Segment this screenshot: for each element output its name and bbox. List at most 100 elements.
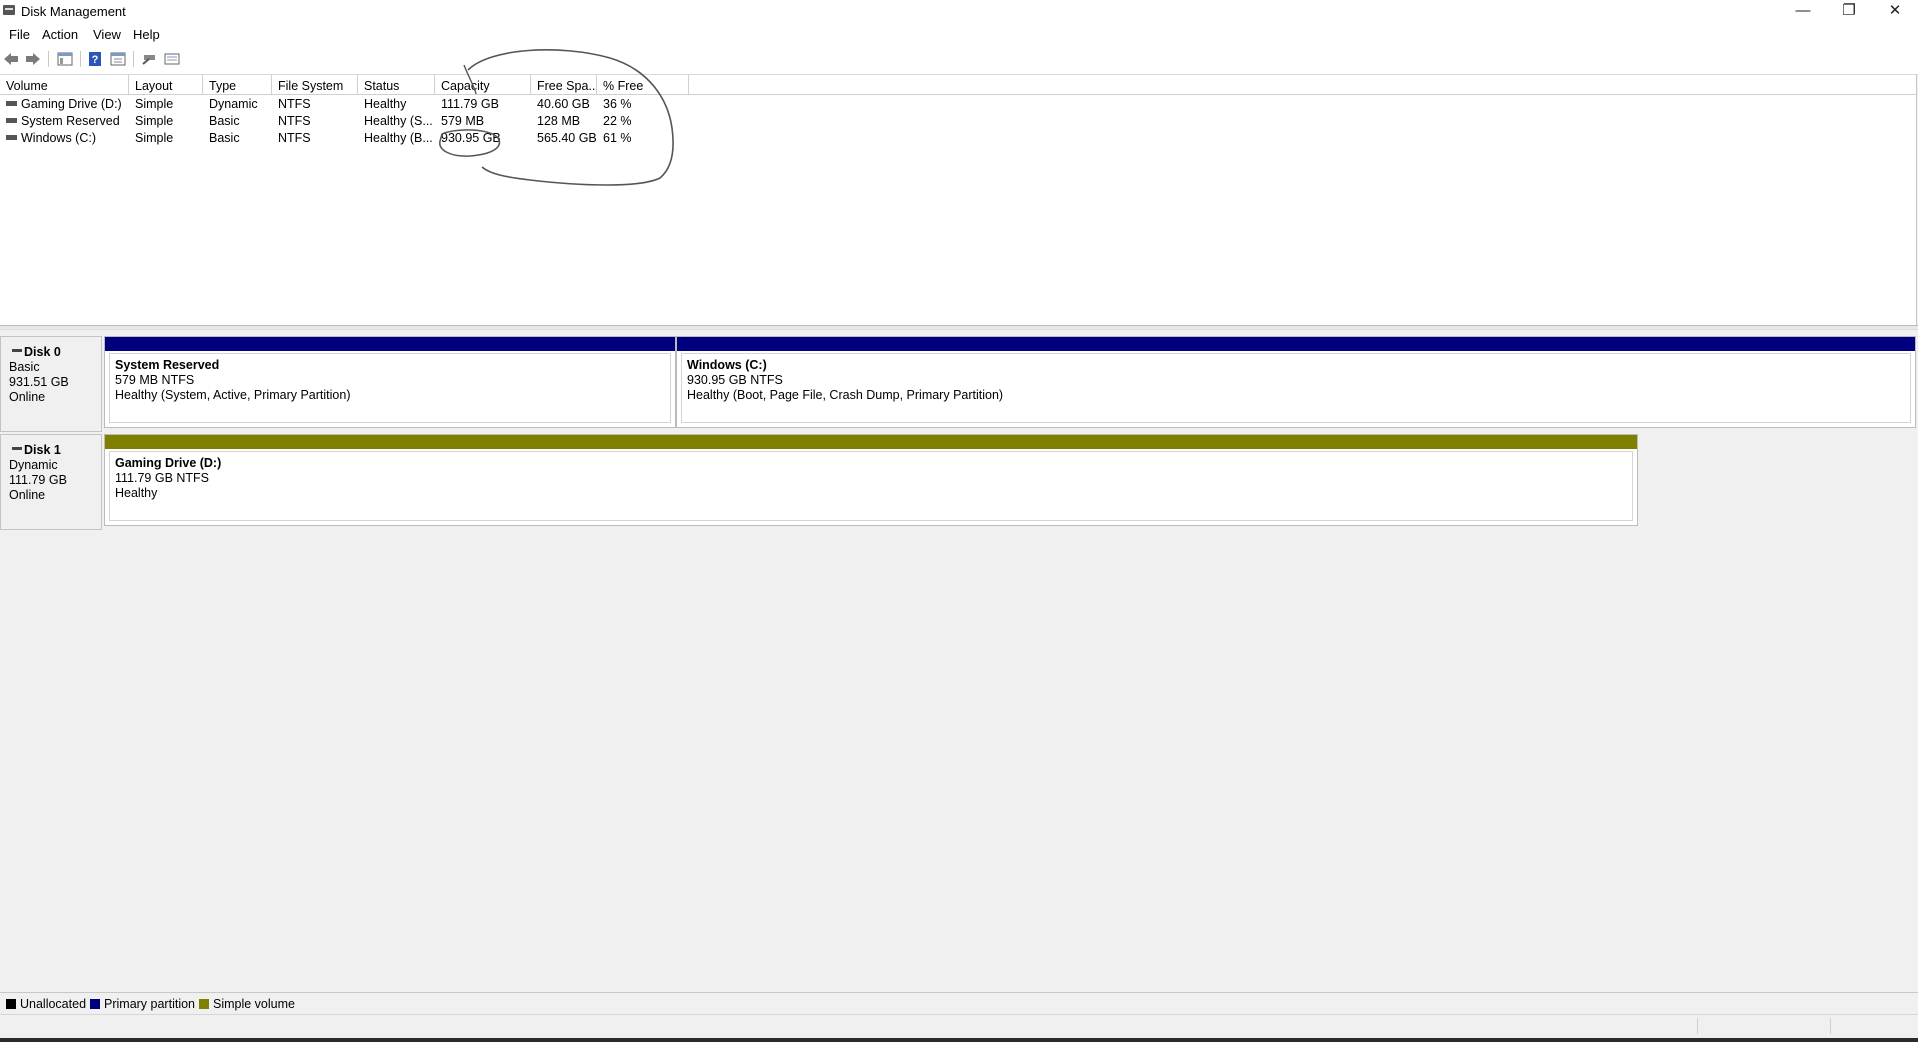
disk-management-app-icon	[3, 5, 15, 15]
column-header-capacity[interactable]: Capacity	[435, 75, 531, 95]
volume-file-system: NTFS	[278, 131, 311, 145]
minimize-button[interactable]: —	[1780, 0, 1826, 24]
volume-free-space: 565.40 GB	[537, 131, 597, 145]
window-bottom-border	[0, 1038, 1918, 1042]
disk-icon	[12, 349, 22, 353]
status-pane-divider	[1830, 1018, 1831, 1034]
partition-color-bar	[105, 337, 675, 351]
partition-size-fs: 111.79 GB NTFS	[115, 471, 210, 485]
menu-view[interactable]: View	[93, 27, 121, 42]
disk-name: Disk 0	[24, 345, 61, 359]
disk-size: 111.79 GB	[9, 473, 67, 487]
toolbar-separator	[48, 51, 49, 67]
disk-1-label[interactable]: Disk 1 Dynamic 111.79 GB Online	[0, 434, 102, 530]
volume-type: Basic	[209, 114, 240, 128]
column-header-volume[interactable]: Volume	[0, 75, 129, 95]
legend-item-unallocated: Unallocated	[6, 997, 86, 1011]
volume-icon	[6, 135, 17, 141]
view-list-icon[interactable]	[163, 50, 181, 68]
partition-size-fs: 930.95 GB NTFS	[687, 373, 783, 387]
volume-status: Healthy (B...	[364, 131, 433, 145]
legend-swatch	[90, 999, 100, 1009]
column-header-layout[interactable]: Layout	[129, 75, 203, 95]
volume-name: Gaming Drive (D:)	[21, 97, 122, 111]
volume-list: Volume Layout Type File System Status Ca…	[0, 75, 1917, 325]
partition-color-bar	[677, 337, 1915, 351]
legend-label: Unallocated	[20, 997, 87, 1011]
partition-status: Healthy (Boot, Page File, Crash Dump, Pr…	[687, 388, 1004, 402]
volume-icon	[6, 101, 17, 107]
legend-label: Primary partition	[104, 997, 195, 1011]
forward-arrow-icon[interactable]	[24, 50, 42, 68]
volume-type: Basic	[209, 131, 240, 145]
column-header-percent-free[interactable]: % Free	[597, 75, 689, 95]
table-row[interactable]: System Reserved Simple Basic NTFS Health…	[0, 113, 1916, 130]
partition-size-fs: 579 MB NTFS	[115, 373, 195, 387]
connect-icon[interactable]	[140, 50, 158, 68]
disk-name: Disk 1	[24, 443, 61, 457]
volume-file-system: NTFS	[278, 97, 311, 111]
help-icon[interactable]: ?	[86, 50, 104, 68]
disk-state: Online	[9, 390, 46, 404]
disk-kind: Basic	[9, 360, 40, 374]
show-hide-console-tree-icon[interactable]	[56, 50, 74, 68]
volume-type: Dynamic	[209, 97, 258, 111]
legend-item-simple-volume: Simple volume	[199, 997, 295, 1011]
volume-name: System Reserved	[21, 114, 120, 128]
volume-layout: Simple	[135, 114, 174, 128]
toolbar: ?	[0, 44, 1918, 75]
volume-percent-free: 22 %	[603, 114, 632, 128]
legend: Unallocated Primary partition Simple vol…	[0, 992, 1918, 1013]
volume-name: Windows (C:)	[21, 131, 97, 145]
menu-action[interactable]: Action	[42, 27, 78, 42]
column-header-filler	[689, 75, 1916, 95]
volume-icon	[6, 118, 17, 124]
partition-system-reserved[interactable]: System Reserved 579 MB NTFS Healthy (Sys…	[104, 336, 676, 428]
legend-item-primary-partition: Primary partition	[90, 997, 195, 1011]
column-header-free-space[interactable]: Free Spa...	[531, 75, 597, 95]
volume-capacity: 579 MB	[441, 114, 485, 128]
partition-status: Healthy	[115, 486, 158, 500]
toolbar-separator	[80, 51, 81, 67]
volume-percent-free: 36 %	[603, 97, 632, 111]
legend-swatch	[199, 999, 209, 1009]
table-row[interactable]: Windows (C:) Simple Basic NTFS Healthy (…	[0, 130, 1916, 147]
column-header-type[interactable]: Type	[203, 75, 272, 95]
window-title: Disk Management	[21, 4, 126, 19]
column-header-file-system[interactable]: File System	[272, 75, 358, 95]
volume-status: Healthy (S...	[364, 114, 433, 128]
legend-swatch	[6, 999, 16, 1009]
disk-state: Online	[9, 488, 46, 502]
disk-kind: Dynamic	[9, 458, 58, 472]
disk-size: 931.51 GB	[9, 375, 69, 389]
status-pane-divider	[1697, 1018, 1698, 1034]
status-bar	[0, 1014, 1918, 1039]
disk-0-label[interactable]: Disk 0 Basic 931.51 GB Online	[0, 336, 102, 432]
partition-gaming-drive-d[interactable]: Gaming Drive (D:) 111.79 GB NTFS Healthy	[104, 434, 1638, 526]
column-header-status[interactable]: Status	[358, 75, 435, 95]
restore-button[interactable]: ❐	[1826, 0, 1872, 24]
volume-status: Healthy	[364, 97, 407, 111]
back-arrow-icon[interactable]	[2, 50, 20, 68]
partition-windows-c[interactable]: Windows (C:) 930.95 GB NTFS Healthy (Boo…	[676, 336, 1916, 428]
table-row[interactable]: Gaming Drive (D:) Simple Dynamic NTFS He…	[0, 96, 1916, 113]
volume-layout: Simple	[135, 97, 174, 111]
volume-layout: Simple	[135, 131, 174, 145]
close-button[interactable]: ✕	[1872, 0, 1918, 24]
close-icon: ✕	[1888, 2, 1902, 19]
legend-label: Simple volume	[213, 997, 295, 1011]
partition-color-bar	[105, 435, 1637, 449]
svg-text:?: ?	[92, 54, 99, 66]
volume-capacity: 111.79 GB	[441, 97, 499, 111]
properties-icon[interactable]	[109, 50, 127, 68]
disk-graph-pane: Disk 0 Basic 931.51 GB Online System Res…	[0, 330, 1918, 990]
menu-bar: File Action View Help	[0, 24, 1918, 44]
minimize-icon: —	[1795, 2, 1811, 19]
partition-name: System Reserved	[115, 358, 220, 372]
menu-help[interactable]: Help	[133, 27, 160, 42]
disk-icon	[12, 447, 22, 451]
title-bar: Disk Management — ❐ ✕	[0, 0, 1918, 24]
menu-file[interactable]: File	[9, 27, 30, 42]
partition-status: Healthy (System, Active, Primary Partiti…	[115, 388, 351, 402]
toolbar-separator	[133, 51, 134, 67]
